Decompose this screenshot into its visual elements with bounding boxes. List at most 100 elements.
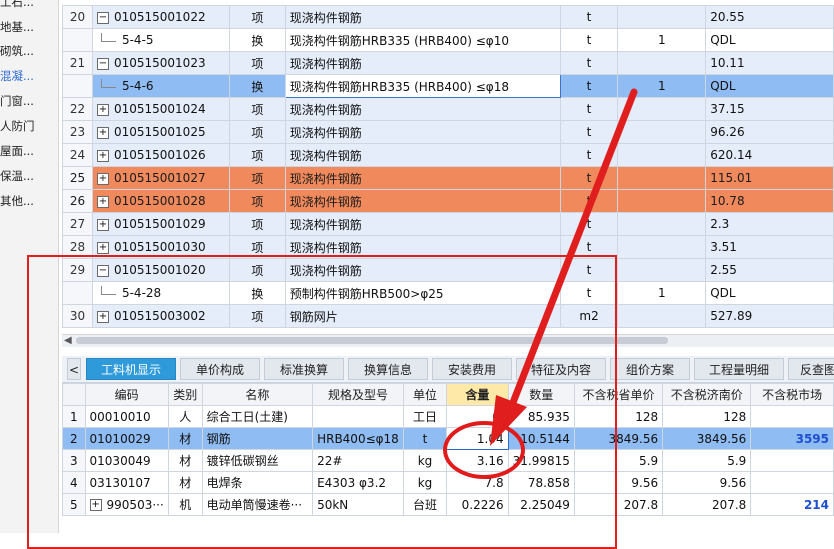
category-cell[interactable]: 材	[167, 427, 203, 450]
quantity-cell[interactable]: QDL	[705, 74, 834, 98]
nav-item-civil-defense[interactable]: 人防门	[0, 116, 35, 136]
type-cell[interactable]: 项	[228, 5, 286, 29]
nav-item-doors-windows[interactable]: 门窗...	[0, 91, 34, 111]
market-price-cell[interactable]	[750, 471, 834, 494]
tab-labor-material-machine[interactable]: 工料机显示	[86, 358, 176, 380]
category-cell[interactable]: 机	[167, 493, 203, 516]
category-cell[interactable]: 材	[167, 471, 203, 494]
tab-scroll-left-icon[interactable]: <	[67, 358, 81, 380]
spec-cell[interactable]: HRB400≤φ18	[312, 427, 404, 450]
name-cell[interactable]: 现浇构件钢筋	[284, 97, 561, 121]
code-cell[interactable]: +010515003002	[91, 304, 230, 328]
code-cell[interactable]: 5-4-5	[91, 28, 230, 52]
scroll-left-icon[interactable]: ◀	[64, 335, 72, 346]
unit-cell[interactable]: t	[559, 281, 619, 305]
name-cell[interactable]: 现浇构件钢筋	[284, 258, 561, 282]
nav-item-concrete[interactable]: 混凝...	[0, 66, 34, 86]
unit-cell[interactable]: t	[402, 427, 448, 450]
type-cell[interactable]: 项	[228, 120, 286, 144]
name-cell[interactable]: 现浇构件钢筋	[284, 120, 561, 144]
code-cell[interactable]: +010515001024	[91, 97, 230, 121]
code-cell[interactable]: −010515001020	[91, 258, 230, 282]
name-cell[interactable]: 现浇构件钢筋	[284, 166, 561, 190]
jinan-price-cell[interactable]: 5.9	[662, 449, 752, 472]
quantity-cell[interactable]: 2.3	[705, 212, 834, 236]
expand-icon[interactable]: +	[96, 241, 109, 254]
code-cell[interactable]: 03130107	[84, 471, 169, 494]
bill-row[interactable]: 5-4-5 换现浇构件钢筋HRB335 (HRB400) ≤φ10 t 1 QDL	[62, 28, 834, 52]
bill-row[interactable]: 5-4-6 换现浇构件钢筋HRB335 (HRB400) ≤φ18 t 1 QDL	[62, 74, 834, 98]
tab-features-content[interactable]: 特征及内容	[516, 358, 606, 380]
code-cell[interactable]: 00010010	[84, 405, 169, 428]
bill-row[interactable]: 25 +010515001027 项现浇构件钢筋 t 115.01	[62, 166, 834, 190]
code-cell[interactable]: +010515001030	[91, 235, 230, 259]
quantity-cell[interactable]: 31.99815	[507, 449, 575, 472]
unit-cell[interactable]: t	[559, 97, 619, 121]
quantity-cell[interactable]: 10.11	[705, 51, 834, 75]
type-cell[interactable]: 项	[228, 235, 286, 259]
name-cell[interactable]: 综合工日(土建)	[201, 405, 314, 428]
column-header[interactable]: 类别	[167, 383, 203, 406]
unit-cell[interactable]: t	[559, 166, 619, 190]
code-cell[interactable]: +010515001028	[91, 189, 230, 213]
name-cell[interactable]: 现浇构件钢筋HRB335 (HRB400) ≤φ18	[284, 74, 561, 98]
name-cell[interactable]: 钢筋网片	[284, 304, 561, 328]
name-cell[interactable]: 现浇构件钢筋HRB335 (HRB400) ≤φ10	[284, 28, 561, 52]
tab-quantity-details[interactable]: 工程量明细	[694, 358, 784, 380]
type-cell[interactable]: 项	[228, 143, 286, 167]
unit-cell[interactable]: t	[559, 258, 619, 282]
type-cell[interactable]: 项	[228, 166, 286, 190]
unit-cell[interactable]: kg	[402, 471, 448, 494]
expand-icon[interactable]: +	[96, 126, 109, 139]
content-cell[interactable]	[617, 212, 707, 236]
jinan-price-cell[interactable]: 9.56	[662, 471, 752, 494]
content-cell[interactable]: 0.	[446, 405, 509, 428]
province-price-cell[interactable]: 128	[573, 405, 664, 428]
name-cell[interactable]: 电焊条	[201, 471, 314, 494]
type-cell[interactable]: 项	[228, 97, 286, 121]
market-price-cell[interactable]: 214	[750, 493, 834, 516]
market-price-cell[interactable]	[750, 449, 834, 472]
code-cell[interactable]: 5-4-28	[91, 281, 230, 305]
type-cell[interactable]: 项	[228, 258, 286, 282]
horizontal-scrollbar[interactable]: ◀	[62, 334, 834, 347]
quantity-cell[interactable]: QDL	[705, 281, 834, 305]
column-header[interactable]: 规格及型号	[312, 383, 404, 406]
column-header[interactable]: 编码	[84, 383, 169, 406]
content-cell[interactable]: 1	[617, 281, 707, 305]
quantity-cell[interactable]: 96.26	[705, 120, 834, 144]
jinan-price-cell[interactable]: 3849.56	[662, 427, 752, 450]
content-cell[interactable]	[617, 51, 707, 75]
tab-standard-conversion[interactable]: 标准换算	[264, 358, 344, 380]
name-cell[interactable]: 现浇构件钢筋	[284, 212, 561, 236]
content-cell[interactable]: 3.16	[446, 449, 509, 472]
content-cell[interactable]	[617, 304, 707, 328]
nav-item-other[interactable]: 其他...	[0, 191, 34, 211]
quantity-cell[interactable]: 37.15	[705, 97, 834, 121]
quantity-cell[interactable]: 10.5144	[507, 427, 575, 450]
unit-cell[interactable]: t	[559, 74, 619, 98]
tab-reverse-lookup[interactable]: 反查图	[788, 358, 834, 380]
code-cell[interactable]: 01030049	[84, 449, 169, 472]
type-cell[interactable]: 项	[228, 212, 286, 236]
unit-cell[interactable]: t	[559, 189, 619, 213]
bill-row[interactable]: 22 +010515001024 项现浇构件钢筋 t 37.15	[62, 97, 834, 121]
column-header[interactable]: 不含税省单价	[573, 383, 664, 406]
province-price-cell[interactable]: 207.8	[573, 493, 664, 516]
quantity-cell[interactable]: 3.51	[705, 235, 834, 259]
nav-item-foundation[interactable]: 地基...	[0, 17, 34, 37]
scrollbar-thumb[interactable]	[76, 337, 668, 344]
expand-icon[interactable]: +	[96, 218, 109, 231]
code-cell[interactable]: 01010029	[84, 427, 169, 450]
market-price-cell[interactable]	[750, 405, 834, 428]
type-cell[interactable]: 项	[228, 189, 286, 213]
quantity-cell[interactable]: 85.935	[507, 405, 575, 428]
resource-row[interactable]: 5 +990503··· 机电动单筒慢速卷··· 50kN 台班 0.2226 2.2504…	[62, 493, 834, 516]
name-cell[interactable]: 现浇构件钢筋	[284, 51, 561, 75]
expand-icon[interactable]: +	[96, 172, 109, 185]
code-cell[interactable]: 5-4-6	[91, 74, 230, 98]
unit-cell[interactable]: t	[559, 143, 619, 167]
column-header[interactable]: 不含税市场	[750, 383, 834, 406]
code-cell[interactable]: +010515001025	[91, 120, 230, 144]
resource-row[interactable]: 3 01030049 材镀锌低碳钢丝 22# kg 3.16 31.99815 5.9 5.9	[62, 449, 834, 472]
